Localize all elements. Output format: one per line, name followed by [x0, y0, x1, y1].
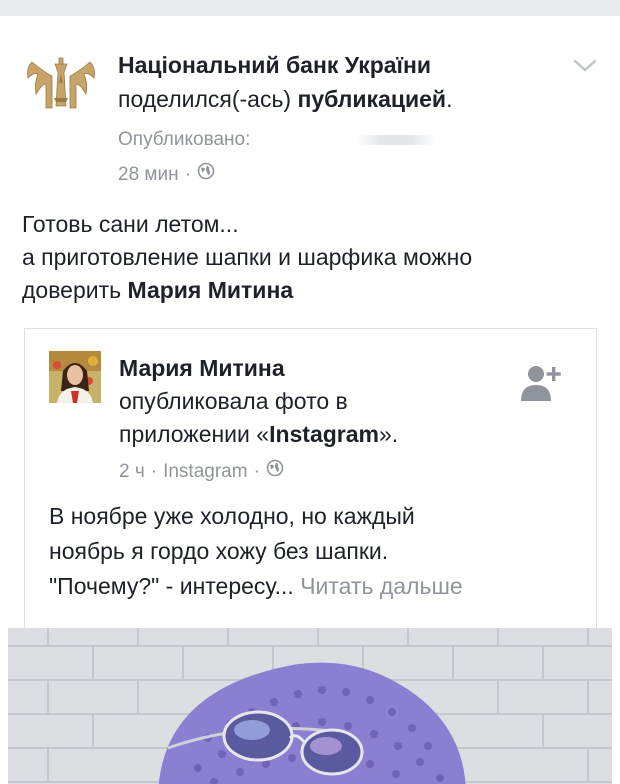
post-message: Готовь сани летом... а приготовление шап…	[22, 208, 602, 307]
post-message-line: доверить Мария Митина	[22, 274, 602, 307]
shared-timestamp-row: 2 ч · Instagram ·	[119, 459, 284, 484]
shared-message: В ноябре уже холодно, но каждый ноябрь я…	[49, 499, 589, 604]
shared-action-prefix: приложении «	[119, 421, 270, 447]
action-end: .	[446, 86, 453, 112]
app-link[interactable]: Instagram	[269, 421, 379, 447]
page-logo[interactable]	[22, 54, 100, 116]
post-message-text: доверить	[22, 277, 122, 303]
shared-message-line: "Почему?" - интересу... Читать дальше	[49, 569, 589, 604]
meta-separator: ·	[150, 460, 158, 482]
add-friend-icon[interactable]	[519, 363, 565, 403]
avatar[interactable]	[49, 351, 101, 403]
post-message-line: а приготовление шапки и шарфика можно	[22, 244, 473, 270]
via-link[interactable]: Instagram	[163, 460, 247, 484]
meta-separator: ·	[184, 163, 191, 185]
shared-post-card: Національний банк України поделился(-ась…	[0, 16, 620, 784]
post-header-action: поделился(-ась) публикацией.	[118, 84, 452, 114]
shared-action-suffix: ».	[379, 421, 399, 447]
shared-message-line: В ноябре уже холодно, но каждый	[49, 503, 415, 529]
post-message-line: Готовь сани летом...	[22, 211, 239, 237]
published-label: Опубликовано:	[118, 129, 251, 150]
embedded-post[interactable]: Мария Митина опубликовала фото в приложе…	[24, 328, 597, 628]
mention-link[interactable]: Мария Митина	[128, 277, 294, 303]
meta-separator: ·	[253, 460, 260, 482]
shared-action-line: приложении «Instagram».	[119, 419, 398, 449]
feed-background-strip	[0, 0, 620, 16]
shared-timestamp-link[interactable]: 2 ч	[119, 460, 145, 484]
post-header-title: Національний банк України	[118, 50, 431, 80]
globe-icon	[197, 162, 215, 187]
published-meta: Опубликовано:	[118, 128, 436, 152]
obscured-text	[355, 134, 436, 145]
shared-message-text: "Почему?" - интересу...	[49, 573, 294, 599]
post-photo[interactable]	[8, 628, 612, 784]
timestamp-link[interactable]: 28 мин	[118, 163, 179, 187]
action-text: поделился(-ась)	[118, 86, 292, 112]
page-name-link[interactable]: Національний банк України	[118, 52, 431, 78]
shared-action-line: опубликовала фото в	[119, 388, 348, 414]
shared-author-link[interactable]: Мария Митина	[119, 353, 285, 383]
chevron-down-icon[interactable]	[570, 54, 600, 78]
timestamp-row: 28 мин ·	[118, 162, 215, 187]
read-more-link[interactable]: Читать дальше	[300, 573, 463, 599]
globe-icon	[266, 459, 284, 484]
shared-message-line: ноябрь я гордо хожу без шапки.	[49, 538, 389, 564]
action-object-link[interactable]: публикацией	[297, 86, 446, 112]
